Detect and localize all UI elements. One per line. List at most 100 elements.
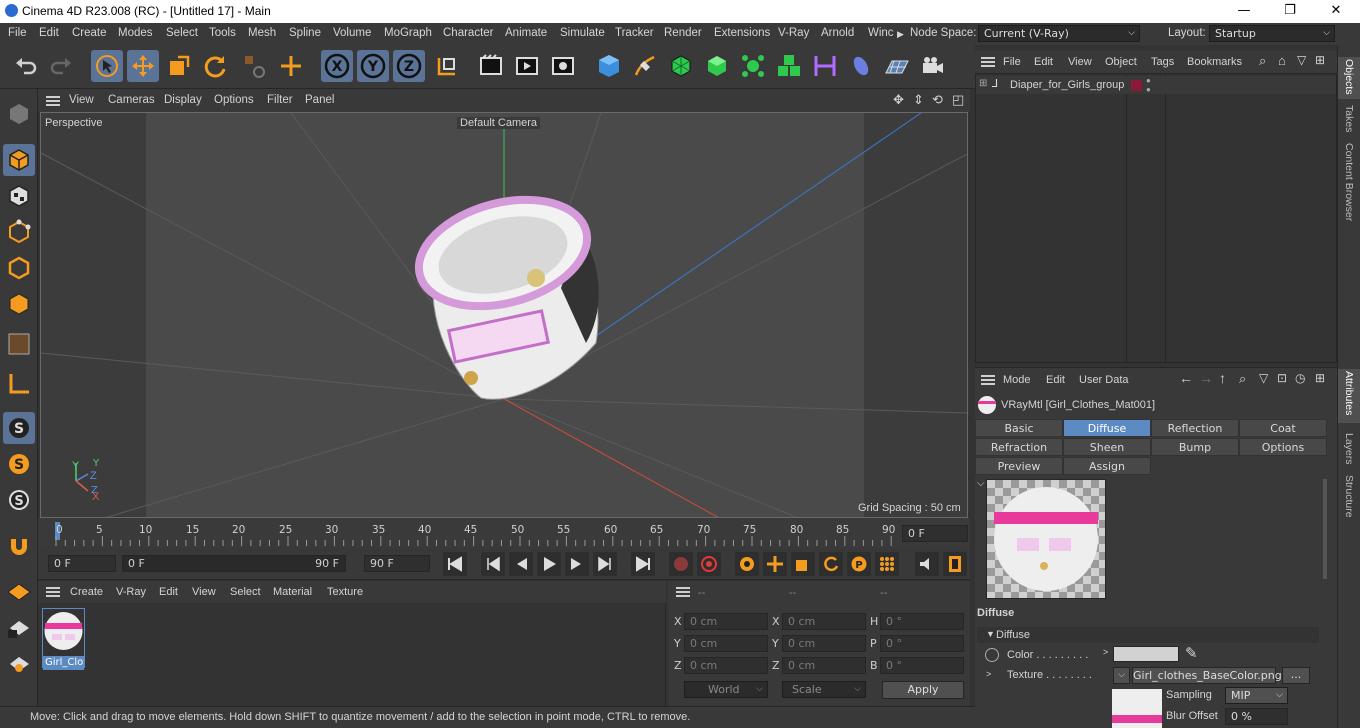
texture-dropdown-button[interactable]: ⌵ (1113, 667, 1130, 684)
lock-icon[interactable]: ⊡ (1277, 371, 1287, 385)
record-button[interactable] (669, 552, 693, 576)
3d-viewport[interactable]: Y Z ‌ Perspective Default Camera Y Z X G… (40, 112, 968, 518)
rotation-h-field[interactable]: 0 ° (880, 613, 964, 630)
color-swatch[interactable] (1113, 646, 1179, 662)
pan-view-icon[interactable]: ✥ (893, 92, 904, 108)
solo-button[interactable]: S (3, 448, 35, 480)
dolly-view-icon[interactable]: ⇕ (913, 92, 924, 108)
tab-basic[interactable]: Basic (975, 419, 1063, 437)
tab-attributes[interactable]: Attributes (1343, 371, 1355, 415)
sound-button[interactable] (915, 552, 939, 576)
rotation-b-field[interactable]: 0 ° (880, 657, 964, 674)
start-frame-field[interactable]: 0 F (48, 555, 116, 572)
size-y-field[interactable]: 0 cm (782, 635, 866, 652)
node-space-dropdown[interactable]: Current (V-Ray) ⌵ (978, 25, 1140, 42)
menu-simulate[interactable]: Simulate (560, 27, 605, 39)
position-x-field[interactable]: 0 cm (684, 613, 768, 630)
layer-color-swatch[interactable] (1131, 80, 1142, 91)
tab-diffuse[interactable]: Diffuse (1063, 419, 1151, 437)
material-preview[interactable] (986, 479, 1106, 599)
previous-frame-button[interactable] (509, 552, 533, 576)
texture-mode-button[interactable] (3, 180, 35, 212)
tab-sheen[interactable]: Sheen (1063, 438, 1151, 456)
tab-takes[interactable]: Takes (1343, 105, 1355, 132)
viewport-menu-view[interactable]: View (69, 94, 94, 106)
attr-menu-user-data[interactable]: User Data (1079, 374, 1129, 386)
coordinate-space-dropdown[interactable]: World ⌵ (684, 681, 768, 698)
magnet-snap-button[interactable] (3, 532, 35, 564)
group-collapse-icon[interactable]: ▼ (986, 629, 995, 639)
viewport-menu-options[interactable]: Options (214, 94, 254, 106)
close-button[interactable]: ✕ (1313, 0, 1359, 23)
home-icon[interactable]: ⌂ (1278, 53, 1286, 68)
toggle-view-icon[interactable]: ◰ (952, 92, 964, 108)
texture-thumbnail[interactable] (1112, 689, 1162, 728)
menu-tools[interactable]: Tools (209, 27, 236, 39)
snap-button[interactable]: S (3, 412, 35, 444)
tab-refraction[interactable]: Refraction (975, 438, 1063, 456)
object-menu-view[interactable]: View (1068, 56, 1092, 68)
orbit-view-icon[interactable]: ⟲ (932, 92, 943, 108)
rotate-tool-button[interactable] (199, 50, 231, 82)
menu-volume[interactable]: Volume (333, 27, 371, 39)
cloner-button[interactable] (737, 50, 769, 82)
menu-render[interactable]: Render (664, 27, 702, 39)
tab-reflection[interactable]: Reflection (1151, 419, 1239, 437)
render-view-button[interactable] (475, 50, 507, 82)
object-row[interactable]: ⊞ ⅃ Diaper_for_Girls_group ● ● (976, 76, 1336, 94)
layout-dropdown[interactable]: Startup ⌵ (1209, 25, 1335, 42)
search-icon[interactable]: ⌕ (1239, 371, 1246, 387)
menu-select[interactable]: Select (166, 27, 198, 39)
coordinate-mode-dropdown[interactable]: Scale ⌵ (782, 681, 866, 698)
blur-offset-field[interactable]: 0 % (1225, 708, 1288, 725)
position-y-field[interactable]: 0 cm (684, 635, 768, 652)
play-button[interactable] (537, 552, 561, 576)
next-key-button[interactable] (593, 552, 617, 576)
scale-tool-button[interactable] (163, 50, 195, 82)
subdivision-surface-button[interactable] (665, 50, 697, 82)
sampling-dropdown[interactable]: MIP ⌵ (1225, 687, 1288, 704)
recent-tools-button[interactable] (239, 50, 271, 82)
keyframe-selection-button[interactable] (735, 552, 759, 576)
array-button[interactable] (773, 50, 805, 82)
material-menu-vray[interactable]: V-Ray (116, 586, 146, 598)
menu-window[interactable]: Winc (868, 27, 894, 39)
apply-button[interactable]: Apply (882, 681, 964, 699)
key-position-button[interactable] (763, 552, 787, 576)
extrude-generator-button[interactable] (701, 50, 733, 82)
tab-assign[interactable]: Assign (1063, 457, 1151, 475)
object-menu-bookmarks[interactable]: Bookmarks (1187, 56, 1242, 68)
viewport-menu-filter[interactable]: Filter (267, 94, 293, 106)
diaper-model[interactable] (407, 182, 599, 400)
next-frame-button[interactable] (565, 552, 589, 576)
menu-edit[interactable]: Edit (39, 27, 59, 39)
key-scale-button[interactable] (791, 552, 815, 576)
locked-workplane-button[interactable] (3, 612, 35, 644)
rotation-p-field[interactable]: 0 ° (880, 635, 964, 652)
axis-mode-button[interactable] (3, 368, 35, 400)
x-axis-lock-button[interactable]: X (321, 50, 353, 82)
viewport-menu-display[interactable]: Display (164, 94, 202, 106)
menu-mesh[interactable]: Mesh (248, 27, 276, 39)
coordinates-menu-icon[interactable] (676, 587, 690, 597)
material-menu-view[interactable]: View (192, 586, 216, 598)
viewport-menu-icon[interactable] (46, 96, 60, 106)
coordinate-system-button[interactable] (431, 50, 463, 82)
pen-spline-button[interactable] (629, 50, 661, 82)
previous-key-button[interactable] (481, 552, 505, 576)
texture-file-button[interactable]: Girl_clothes_BaseColor.png (1132, 667, 1282, 684)
new-window-icon[interactable]: ⊞ (1315, 371, 1325, 385)
material-menu-select[interactable]: Select (230, 586, 261, 598)
color-animate-icon[interactable] (985, 648, 999, 662)
texture-browse-button[interactable]: ... (1282, 667, 1310, 684)
minimize-button[interactable]: — (1221, 0, 1267, 23)
material-menu-icon[interactable] (46, 587, 60, 597)
key-point-level-button[interactable] (875, 552, 899, 576)
tab-objects[interactable]: Objects (1343, 59, 1355, 95)
key-rotation-button[interactable] (819, 552, 843, 576)
menu-animate[interactable]: Animate (505, 27, 547, 39)
attributes-menu-icon[interactable] (981, 375, 995, 385)
go-to-end-button[interactable] (631, 552, 655, 576)
tab-content-browser[interactable]: Content Browser (1343, 143, 1355, 221)
tab-options[interactable]: Options (1239, 438, 1327, 456)
